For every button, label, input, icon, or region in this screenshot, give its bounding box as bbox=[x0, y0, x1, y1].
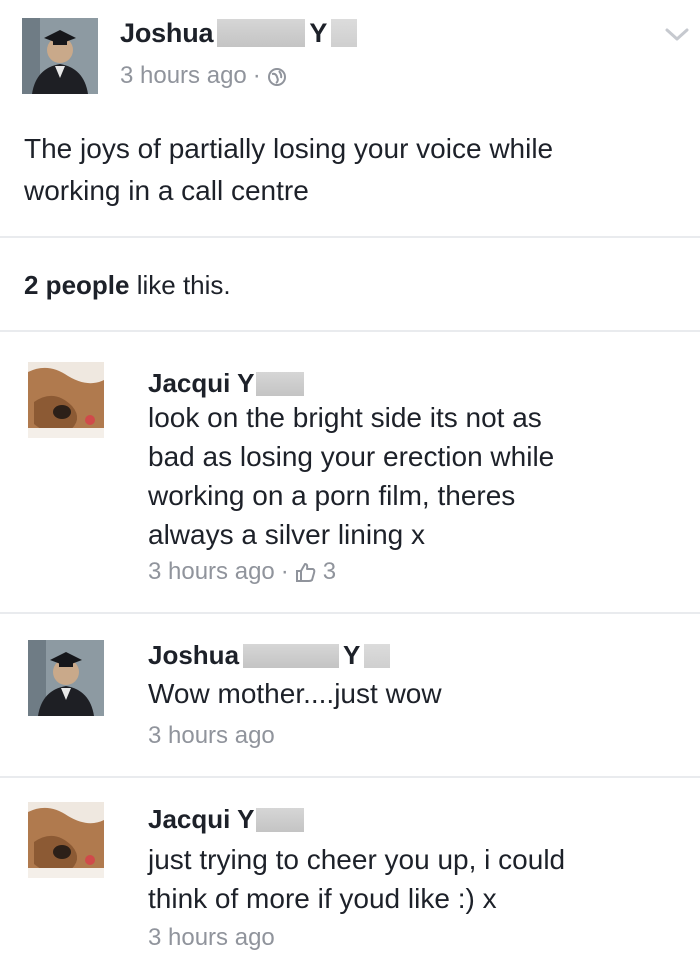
comment-body: just trying to cheer you up, i could thi… bbox=[148, 840, 668, 918]
comment-line: Wow mother....just wow bbox=[148, 678, 442, 709]
comment-author-row: Jacqui Y bbox=[148, 368, 308, 399]
globe-icon[interactable] bbox=[267, 66, 287, 86]
redacted-surname bbox=[256, 371, 305, 396]
comment-meta-row: 3 hours ago bbox=[148, 722, 275, 750]
likes-summary: 2 people like this. bbox=[24, 270, 231, 301]
comment-timestamp[interactable]: 3 hours ago bbox=[148, 722, 275, 750]
graduate-photo bbox=[22, 18, 98, 94]
divider bbox=[0, 330, 700, 332]
post-timestamp-row: 3 hours ago · bbox=[120, 62, 287, 90]
post-author-initial[interactable]: Y bbox=[309, 18, 327, 49]
post-timestamp[interactable]: 3 hours ago bbox=[120, 62, 247, 90]
comment-like-count[interactable]: 3 bbox=[323, 558, 336, 586]
comment-body: Wow mother....just wow bbox=[148, 674, 668, 713]
post-status-text: The joys of partially losing your voice … bbox=[24, 128, 684, 212]
post-header: Joshua Y 3 hours ago · bbox=[0, 0, 700, 110]
comment-timestamp[interactable]: 3 hours ago bbox=[148, 924, 275, 952]
comment-line: think of more if youd like :) x bbox=[148, 883, 497, 914]
commenter-avatar[interactable] bbox=[28, 362, 104, 438]
redacted-surname bbox=[217, 19, 306, 47]
divider bbox=[0, 236, 700, 238]
likes-suffix: like this. bbox=[129, 270, 231, 300]
thumbs-up-icon[interactable] bbox=[295, 561, 317, 583]
comment-author-name[interactable]: Jacqui Y bbox=[148, 804, 254, 835]
divider bbox=[0, 776, 700, 778]
dog-photo bbox=[28, 802, 104, 878]
comment-line: always a silver lining x bbox=[148, 519, 425, 550]
post-author-first-name[interactable]: Joshua bbox=[120, 18, 214, 49]
redacted-surname-tail bbox=[364, 643, 391, 668]
redacted-surname-tail bbox=[331, 19, 358, 47]
divider bbox=[0, 612, 700, 614]
comment-line: look on the bright side its not as bbox=[148, 402, 542, 433]
comment-meta-row: 3 hours ago · 3 bbox=[148, 558, 336, 586]
post-author-row: Joshua Y bbox=[120, 16, 361, 50]
comment-line: bad as losing your erection while bbox=[148, 441, 555, 472]
timestamp-separator: · bbox=[252, 62, 261, 89]
comment-author-row: Jacqui Y bbox=[148, 804, 308, 835]
redacted-surname bbox=[243, 643, 340, 668]
comment-meta-row: 3 hours ago bbox=[148, 924, 275, 952]
comment-author-name[interactable]: Jacqui Y bbox=[148, 368, 254, 399]
comment-author-first-name[interactable]: Joshua bbox=[148, 640, 239, 671]
redacted-surname bbox=[256, 807, 305, 832]
comment-line: working on a porn film, theres bbox=[148, 480, 516, 511]
commenter-avatar[interactable] bbox=[28, 640, 104, 716]
status-line-1: The joys of partially losing your voice … bbox=[24, 133, 554, 164]
commenter-avatar[interactable] bbox=[28, 802, 104, 878]
graduate-photo bbox=[28, 640, 104, 716]
chevron-down-icon[interactable] bbox=[664, 26, 690, 44]
comment-timestamp[interactable]: 3 hours ago bbox=[148, 558, 275, 586]
comment-author-row: Joshua Y bbox=[148, 640, 394, 671]
comment-author-initial[interactable]: Y bbox=[343, 640, 360, 671]
timestamp-separator: · bbox=[280, 558, 289, 585]
dog-photo bbox=[28, 362, 104, 438]
status-line-2: working in a call centre bbox=[24, 175, 309, 206]
comment-line: just trying to cheer you up, i could bbox=[148, 844, 566, 875]
likes-count-link[interactable]: 2 people bbox=[24, 270, 129, 300]
author-avatar[interactable] bbox=[22, 18, 98, 94]
comment-body: look on the bright side its not as bad a… bbox=[148, 398, 668, 554]
